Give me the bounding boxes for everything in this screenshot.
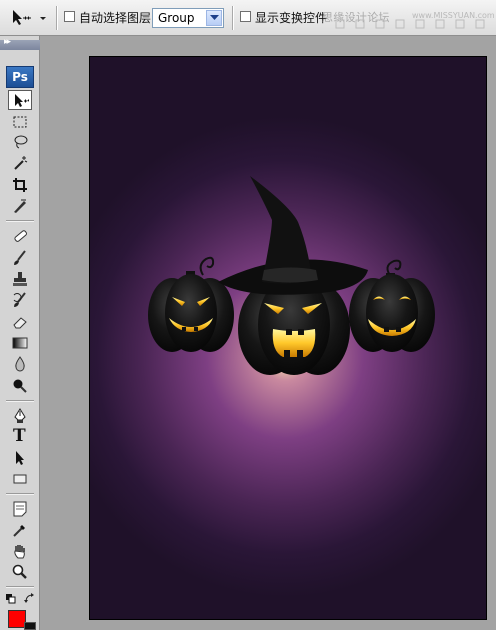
halloween-pumpkins-artwork <box>148 176 435 375</box>
show-transform-checkbox[interactable] <box>240 11 251 22</box>
notes-tool[interactable] <box>8 499 32 519</box>
options-bar: 自动选择图层 Group 显示变换控件 思缘设计论坛 www.MISSYUAN.… <box>0 0 496 36</box>
zoom-tool[interactable] <box>8 562 32 582</box>
eyedropper-icon <box>13 525 25 537</box>
slice-tool[interactable] <box>8 196 32 216</box>
move-tool[interactable] <box>8 90 32 110</box>
tool-preset-picker[interactable] <box>10 8 50 28</box>
align-buttons-icon[interactable] <box>334 18 494 32</box>
lasso-tool[interactable] <box>8 132 32 152</box>
eraser-tool[interactable] <box>8 312 32 332</box>
pen-icon <box>14 408 26 423</box>
marquee-tool[interactable] <box>8 112 32 132</box>
crop-icon <box>13 178 27 192</box>
toolbox: ▸▸ Ps T <box>0 36 40 630</box>
bandage-icon <box>14 230 27 242</box>
options-separator <box>56 6 57 30</box>
gradient-tool[interactable] <box>8 333 32 353</box>
path-selection-tool[interactable] <box>8 448 32 468</box>
clone-stamp-tool[interactable] <box>8 269 32 289</box>
dodge-icon <box>13 379 27 393</box>
move-arrow-icon <box>15 94 29 107</box>
healing-brush-tool[interactable] <box>8 226 32 246</box>
eraser-icon <box>13 317 27 329</box>
stamp-icon <box>13 272 27 286</box>
crop-tool[interactable] <box>8 175 32 195</box>
default-colors-icon[interactable] <box>6 594 16 604</box>
magic-wand-icon <box>14 156 28 170</box>
slice-icon <box>14 199 26 213</box>
chevron-down-icon[interactable] <box>206 10 222 26</box>
left-pumpkin <box>148 256 234 352</box>
eyedropper-tool[interactable] <box>8 520 32 540</box>
hand-icon <box>14 545 25 559</box>
toolbox-header[interactable]: ▸▸ <box>0 37 40 50</box>
marquee-icon <box>13 116 27 128</box>
toolbox-separator <box>6 493 34 494</box>
toolbox-separator <box>6 586 34 587</box>
note-icon <box>13 501 27 517</box>
toolbox-separator <box>6 220 34 221</box>
path-selection-icon <box>16 451 24 465</box>
history-brush-icon <box>13 292 26 307</box>
brush-tool[interactable] <box>8 248 32 268</box>
toolbox-separator <box>6 400 34 401</box>
show-transform-label: 显示变换控件 <box>255 11 328 25</box>
brush-icon <box>14 250 26 265</box>
options-separator <box>232 6 233 30</box>
magic-wand-tool[interactable] <box>8 153 32 173</box>
background-color-swatch[interactable] <box>24 622 36 630</box>
document-window <box>40 36 496 630</box>
droplet-icon <box>15 356 25 372</box>
auto-select-value: Group <box>158 11 195 25</box>
lasso-icon <box>14 135 28 149</box>
type-tool[interactable]: T <box>8 426 32 447</box>
photoshop-logo[interactable]: Ps <box>6 66 34 88</box>
type-icon: T <box>13 426 26 446</box>
hand-tool[interactable] <box>8 541 32 561</box>
auto-select-label: 自动选择图层 <box>79 11 152 25</box>
witch-hat <box>218 176 368 295</box>
rectangle-icon <box>13 474 27 484</box>
collapse-arrows-icon: ▸▸ <box>4 37 11 47</box>
document-canvas[interactable] <box>89 56 487 620</box>
move-tool-icon <box>13 10 46 25</box>
rectangle-tool[interactable] <box>8 469 32 489</box>
swap-colors-icon[interactable] <box>24 593 36 605</box>
magnifier-icon <box>12 564 27 579</box>
dodge-tool[interactable] <box>8 376 32 396</box>
auto-select-checkbox[interactable] <box>64 11 75 22</box>
history-brush-tool[interactable] <box>8 290 32 310</box>
pen-tool[interactable] <box>8 406 32 426</box>
gradient-icon <box>12 337 28 349</box>
auto-select-dropdown[interactable]: Group <box>152 8 224 28</box>
blur-tool[interactable] <box>8 354 32 374</box>
